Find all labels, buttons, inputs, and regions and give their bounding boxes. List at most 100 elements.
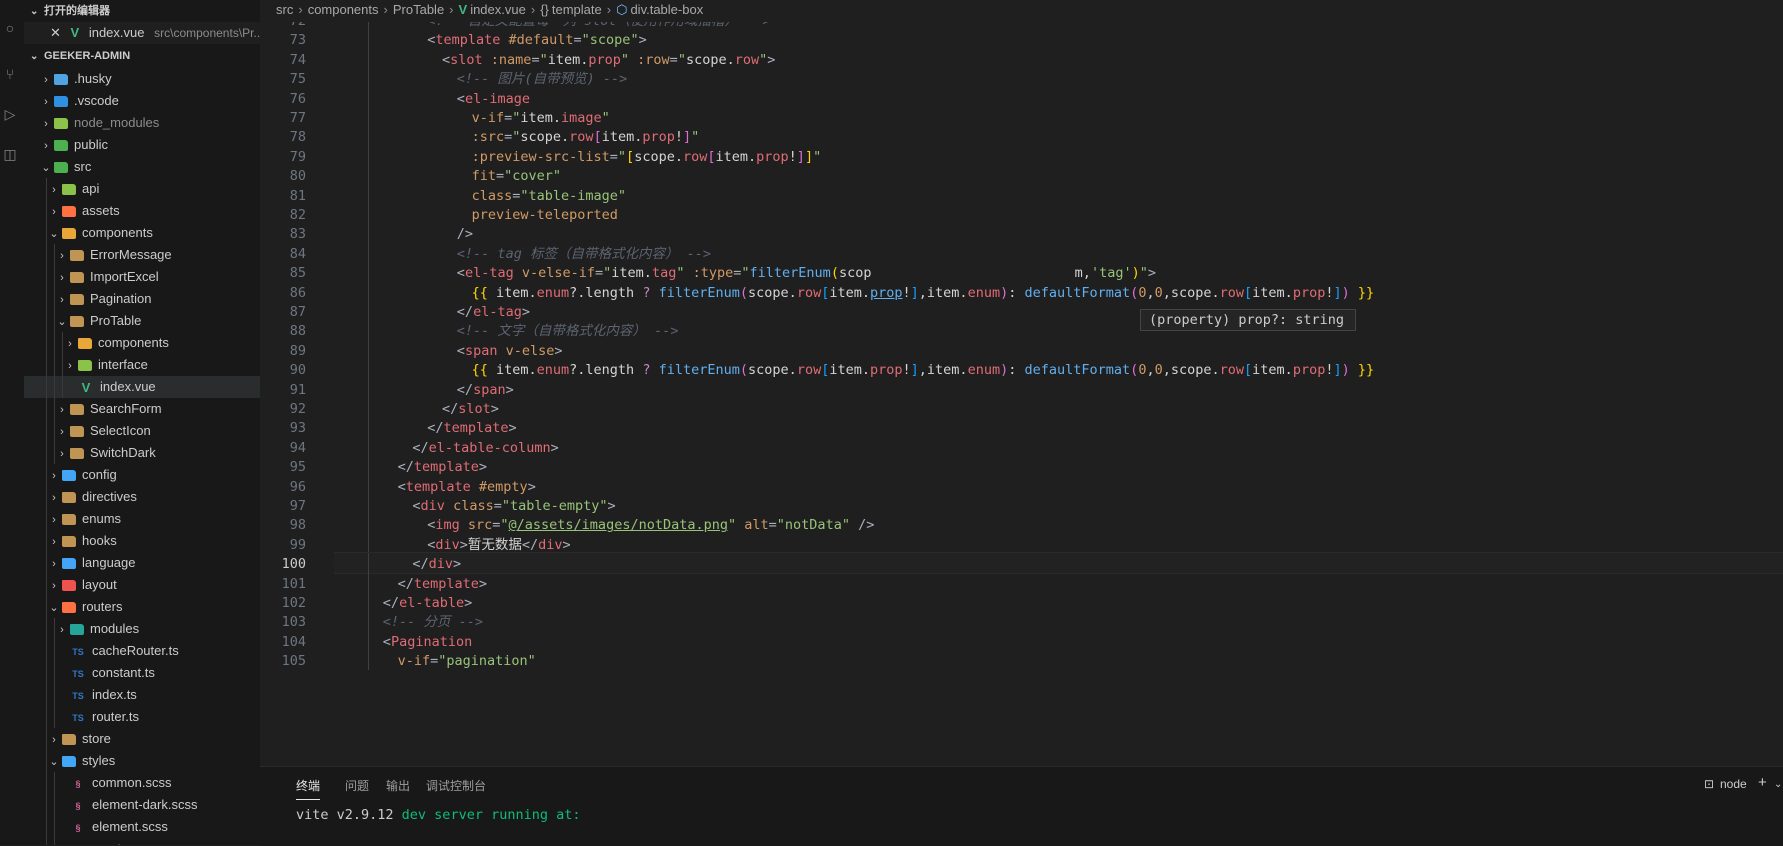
tab-debug-console[interactable]: 调试控制台	[426, 777, 486, 794]
tree-item-selecticon[interactable]: › SelectIcon	[24, 420, 260, 442]
source-control-icon[interactable]: ⑂	[2, 66, 18, 82]
tree-item-errormessage[interactable]: › ErrorMessage	[24, 244, 260, 266]
search-icon[interactable]: ○	[2, 20, 18, 36]
tree-item-husky[interactable]: › .husky	[24, 68, 260, 90]
tree-item-styles[interactable]: ⌄ styles	[24, 750, 260, 772]
chevron-down-icon: ⌄	[57, 316, 67, 328]
terminal-output: vite v2.9.12 dev server running at:	[296, 807, 580, 823]
tree-item-element-scss[interactable]: § element.scss	[24, 816, 260, 838]
tab-problems[interactable]: 问题	[345, 777, 369, 794]
tree-item-layout[interactable]: › layout	[24, 574, 260, 596]
indent-guide	[54, 838, 55, 845]
tree-item-assets[interactable]: › assets	[24, 200, 260, 222]
tree-item-public[interactable]: › public	[24, 134, 260, 156]
assets-folder-icon	[62, 206, 76, 218]
tree-item-importexcel[interactable]: › ImportExcel	[24, 266, 260, 288]
run-debug-icon[interactable]: ▷	[2, 106, 18, 122]
chevron-down-icon: ⌄	[49, 602, 59, 614]
tree-item-common-scss[interactable]: § common.scss	[24, 772, 260, 794]
ts-file-icon: TS	[72, 690, 84, 701]
indent-guide	[46, 640, 47, 662]
tree-item-enums[interactable]: › enums	[24, 508, 260, 530]
tree-item-config[interactable]: › config	[24, 464, 260, 486]
tree-item-vscode[interactable]: › .vscode	[24, 90, 260, 112]
breadcrumb-item[interactable]: div.table-box	[630, 2, 703, 17]
current-line-highlight	[334, 552, 1783, 575]
tree-item-router-ts[interactable]: TS router.ts	[24, 706, 260, 728]
tree-item-src[interactable]: ⌄ src	[24, 156, 260, 178]
tree-item-label: language	[82, 555, 136, 570]
indent-guide	[368, 223, 369, 243]
indent-guide	[46, 838, 47, 845]
project-header[interactable]: ⌄ GEEKER-ADMIN	[24, 44, 260, 68]
terminal-icon: ⊡	[1704, 777, 1715, 791]
close-icon[interactable]: ✕	[50, 25, 61, 40]
tree-item-label: assets	[82, 203, 120, 218]
tree-item-index-ts[interactable]: TS index.ts	[24, 684, 260, 706]
breadcrumb-item[interactable]: index.vue	[470, 2, 526, 17]
indent-guide	[46, 530, 47, 552]
open-editors-header[interactable]: ⌄ 打开的编辑器	[24, 0, 260, 22]
tree-item-language[interactable]: › language	[24, 552, 260, 574]
breadcrumb-item[interactable]: template	[552, 2, 602, 17]
terminal-profile[interactable]: node	[1720, 777, 1747, 791]
indent-guide	[368, 262, 369, 282]
tree-item-routers[interactable]: ⌄ routers	[24, 596, 260, 618]
project-title: GEEKER-ADMIN	[44, 50, 131, 62]
breadcrumb-item[interactable]: src	[276, 2, 293, 17]
tree-item-element-dark-scss[interactable]: § element-dark.scss	[24, 794, 260, 816]
breadcrumb-item[interactable]: ProTable	[393, 2, 444, 17]
indent-guide	[368, 281, 369, 301]
add-terminal-button[interactable]: +	[1758, 774, 1767, 791]
explorer-sidebar: ⌄ 打开的编辑器 ✕ V index.vue src\components\Pr.…	[24, 0, 261, 845]
tree-item-switchdark[interactable]: › SwitchDark	[24, 442, 260, 464]
tree-item-label: element-dark.scss	[92, 797, 198, 812]
breadcrumb-item[interactable]: components	[308, 2, 379, 17]
tree-item-label: interface	[98, 357, 148, 372]
tree-item-label: enums	[82, 511, 122, 526]
tree-item-label: SelectIcon	[90, 423, 151, 438]
tree-item-pagination[interactable]: › Pagination	[24, 288, 260, 310]
folder-icon	[70, 294, 84, 306]
tree-item-store[interactable]: › store	[24, 728, 260, 750]
indent-guide	[368, 204, 369, 224]
chevron-right-icon: ›	[606, 2, 612, 17]
tree-item-hooks[interactable]: › hooks	[24, 530, 260, 552]
tree-item-directives[interactable]: › directives	[24, 486, 260, 508]
extensions-icon[interactable]: ◫	[2, 146, 18, 162]
indent-guide	[368, 378, 369, 398]
indent-guide	[368, 592, 369, 612]
tree-item-constant-ts[interactable]: TS constant.ts	[24, 662, 260, 684]
breadcrumb: src › components › ProTable › Vindex.vue › {} tem…	[260, 0, 1783, 22]
indent-guide	[368, 320, 369, 340]
tree-item-searchform[interactable]: › SearchForm	[24, 398, 260, 420]
tab-terminal[interactable]: 终端	[296, 777, 321, 800]
tree-item-modules[interactable]: › modules	[24, 618, 260, 640]
chevron-right-icon: ›	[449, 2, 454, 17]
chevron-down-icon[interactable]: ⌄	[1774, 779, 1782, 790]
tree-item-label: config	[82, 467, 117, 482]
indent-guide	[368, 611, 369, 631]
layout-folder-icon	[62, 580, 76, 592]
tree-item-components[interactable]: ⌄ components	[24, 222, 260, 244]
tree-item-node-modules[interactable]: › node_modules	[24, 112, 260, 134]
folder-icon	[70, 404, 84, 416]
tree-item-index-vue[interactable]: Vindex.vue	[24, 376, 260, 398]
code-text: v-if="pagination"	[397, 653, 536, 670]
tree-item-cacherouter-ts[interactable]: TS cacheRouter.ts	[24, 640, 260, 662]
tab-output[interactable]: 输出	[386, 777, 410, 794]
tree-item-api[interactable]: › api	[24, 178, 260, 200]
code-editor[interactable]: 72<!-- 自定义配置每一列 slot（使用作用域插槽） -->73<temp…	[260, 22, 1783, 766]
tree-item-label: node_modules	[74, 115, 160, 130]
indent-guide	[368, 650, 369, 670]
indent-guide	[62, 332, 63, 354]
tree-item-interface[interactable]: › interface	[24, 354, 260, 376]
tree-item-protable[interactable]: ⌄ ProTable	[24, 310, 260, 332]
tree-item-components[interactable]: › components	[24, 332, 260, 354]
chevron-right-icon: ›	[60, 294, 64, 306]
components-folder-icon	[78, 338, 92, 350]
tree-item-label: element.scss	[92, 819, 168, 834]
tree-item-reset-scss[interactable]: §reset.scss	[24, 838, 260, 845]
indent-guide	[54, 816, 55, 838]
open-editor-item[interactable]: ✕ V index.vue src\components\Pr...	[24, 22, 260, 44]
